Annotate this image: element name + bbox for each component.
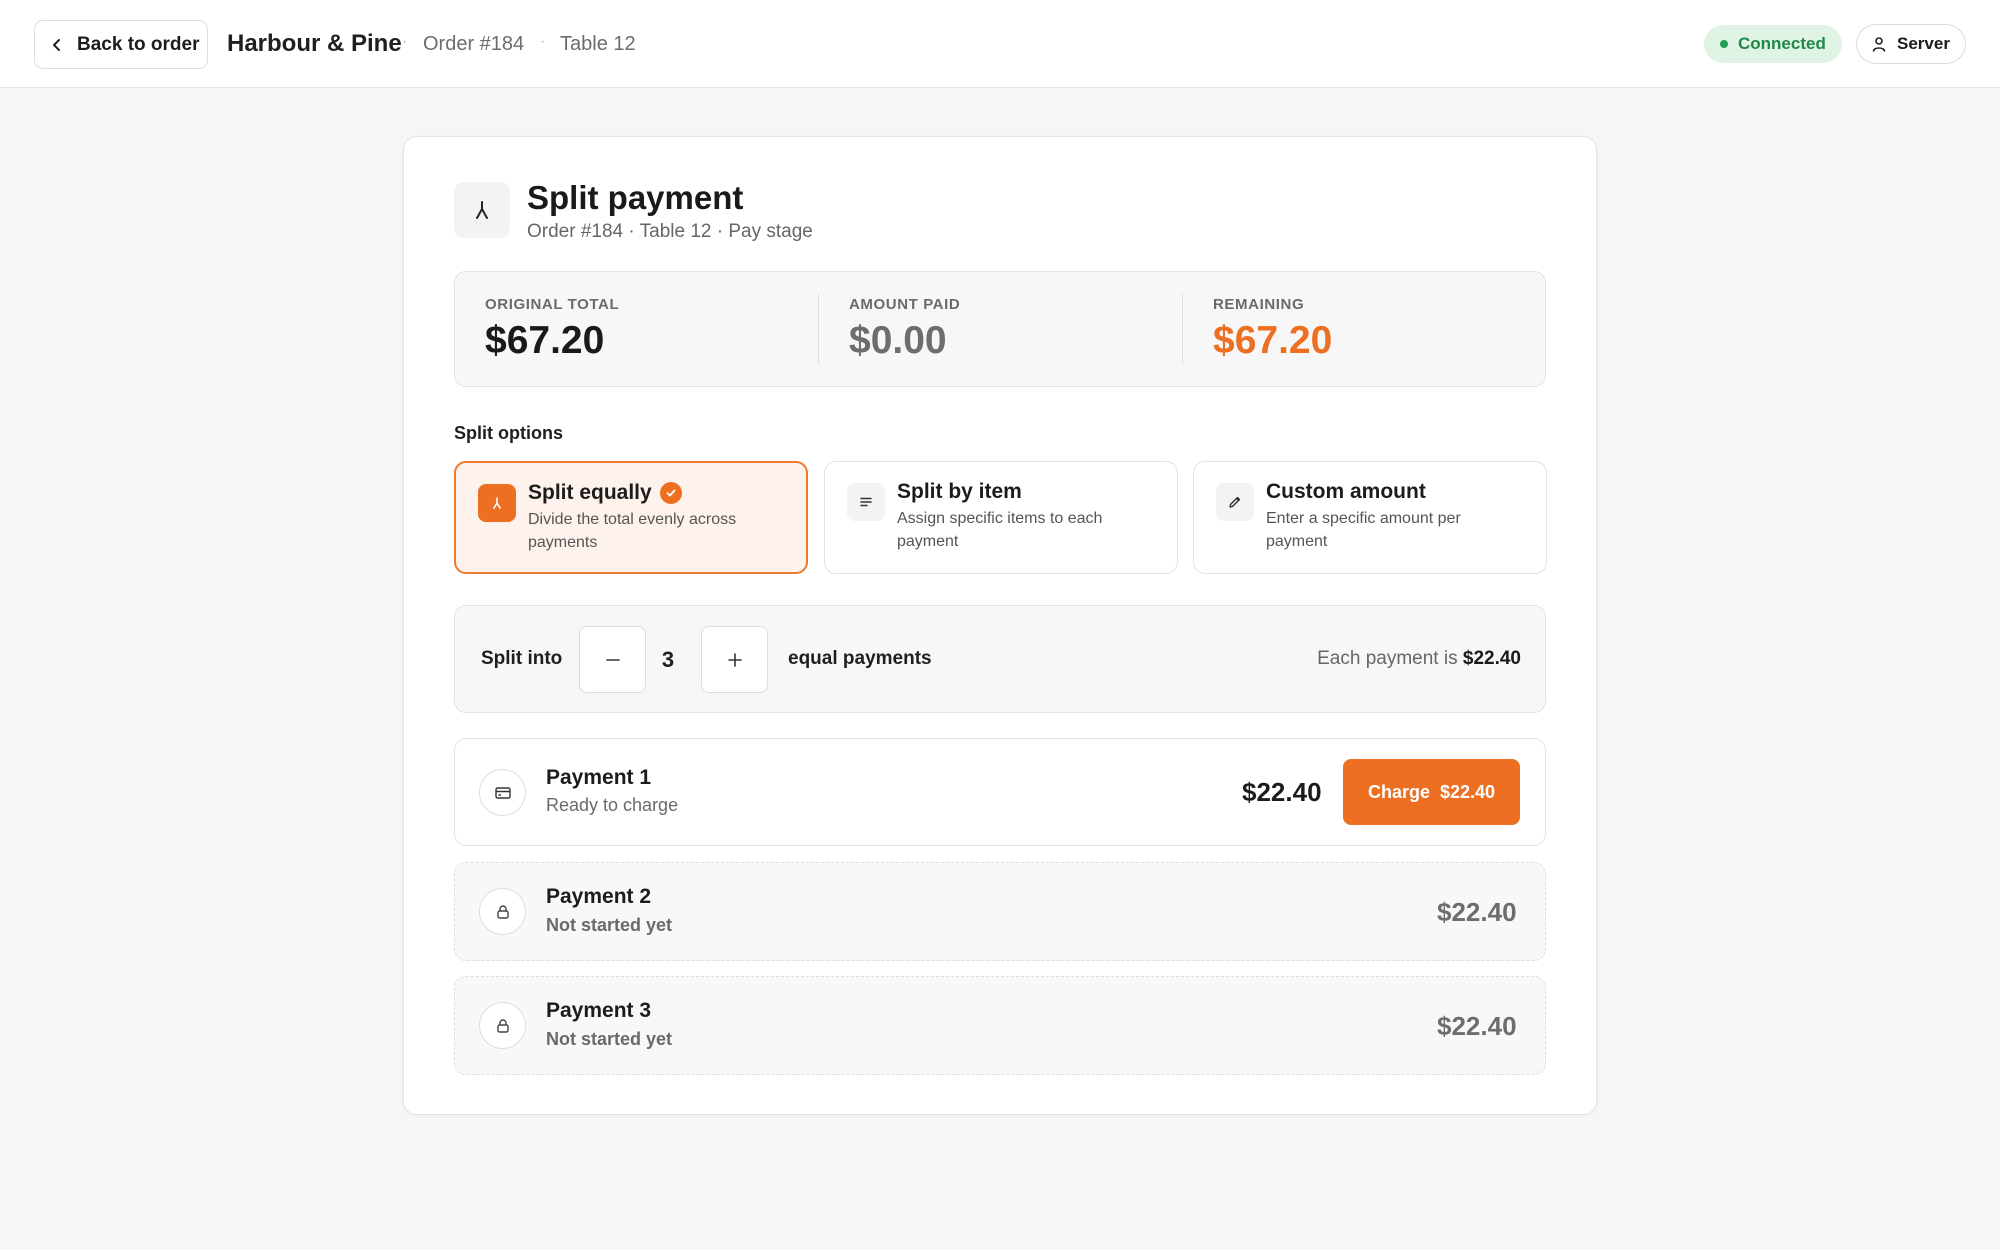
equal-payments-label: equal payments	[788, 648, 932, 669]
payment-title: Payment 2	[546, 885, 652, 908]
split-option-description: Assign specific items to each payment	[897, 510, 1103, 550]
user-menu-button[interactable]: Server	[1856, 24, 1966, 64]
payment-status: Not started yet	[546, 1029, 673, 1049]
plus-icon	[727, 652, 742, 667]
increase-split-button[interactable]	[701, 626, 768, 693]
split-icon	[478, 484, 516, 522]
split-into-label: Split into	[481, 648, 563, 669]
each-payment-prefix: Each payment is	[1317, 648, 1458, 669]
split-option-title: Split equally	[528, 481, 682, 505]
check-icon	[659, 482, 682, 504]
charge-payment-button[interactable]: Charge $22.40	[1343, 759, 1520, 825]
split-equally-title: Split equally	[528, 481, 652, 504]
split-option-by-item[interactable]: Split by item Assign specific items to e…	[824, 461, 1178, 574]
split-count-value: 3	[661, 647, 675, 672]
payment-amount: $22.40	[1437, 1011, 1517, 1041]
top-bar: Back to order Harbour & Pine · Order #18…	[0, 0, 2000, 88]
split-payment-card: Split payment Order #184 · Table 12 · Pa…	[403, 136, 1597, 1115]
breadcrumb-separator: ·	[540, 33, 546, 50]
page-subtitle: Order #184 · Table 12 · Pay stage	[527, 221, 813, 242]
back-to-order-label: Back to order	[77, 33, 200, 55]
breadcrumb-table: Table 12	[560, 33, 636, 55]
charge-amount: $22.40	[1439, 781, 1496, 802]
payment-title: Payment 1	[546, 766, 652, 789]
payment-row: Payment 2 Not started yet $22.40	[454, 862, 1546, 961]
restaurant-name: Harbour & Pine	[227, 30, 402, 57]
back-to-order-button[interactable]: Back to order	[34, 20, 208, 69]
minus-icon	[605, 658, 620, 661]
payment-amount: $22.40	[1242, 777, 1322, 807]
totals-summary: ORIGINAL TOTAL $67.20 AMOUNT PAID $0.00 …	[454, 271, 1546, 387]
payment-row: Payment 1 Ready to charge $22.40 Charge …	[454, 738, 1546, 846]
each-payment-summary: Each payment is $22.40	[1317, 648, 1521, 670]
connection-status-label: Connected	[1738, 34, 1826, 53]
remaining: REMAINING $67.20	[1183, 272, 1546, 388]
split-option-description: Divide the total evenly across payments	[528, 511, 737, 551]
split-option-title: Custom amount	[1266, 480, 1426, 504]
split-by-item-title: Split by item	[897, 480, 1022, 503]
payment-status: Ready to charge	[546, 795, 679, 815]
each-payment-amount: $22.40	[1462, 648, 1521, 669]
amount-paid: AMOUNT PAID $0.00	[819, 272, 1182, 388]
amount-paid-value: $0.00	[849, 319, 947, 362]
user-icon	[1872, 37, 1886, 52]
payment-status: Not started yet	[546, 915, 673, 935]
original-total-label: ORIGINAL TOTAL	[485, 296, 620, 313]
charge-label: Charge	[1367, 781, 1430, 802]
list-icon	[847, 483, 885, 521]
split-option-description: Enter a specific amount per payment	[1266, 510, 1461, 550]
breadcrumb-separator: ·	[402, 33, 408, 50]
custom-amount-title: Custom amount	[1266, 480, 1426, 503]
split-icon	[454, 182, 510, 238]
split-option-equally[interactable]: Split equally Divide the total evenly ac…	[454, 461, 808, 574]
payment-row: Payment 3 Not started yet $22.40	[454, 976, 1546, 1075]
original-total-value: $67.20	[485, 319, 605, 362]
user-role-label: Server	[1897, 34, 1950, 53]
split-options-label: Split options	[454, 423, 563, 443]
lock-icon	[479, 1002, 526, 1049]
split-count-row: Split into 3 equal payments Each payment…	[454, 605, 1546, 713]
card-icon	[479, 769, 526, 816]
decrease-split-button[interactable]	[579, 626, 646, 693]
original-total: ORIGINAL TOTAL $67.20	[455, 272, 818, 388]
lock-icon	[479, 888, 526, 935]
amount-paid-label: AMOUNT PAID	[849, 296, 961, 313]
connection-status-badge: Connected	[1704, 25, 1842, 63]
page-title: Split payment	[527, 179, 744, 216]
breadcrumb-order: Order #184	[423, 33, 525, 55]
split-option-title: Split by item	[897, 480, 1022, 504]
split-option-custom-amount[interactable]: Custom amount Enter a specific amount pe…	[1193, 461, 1547, 574]
remaining-label: REMAINING	[1213, 296, 1305, 313]
remaining-value: $67.20	[1213, 319, 1333, 362]
payment-title: Payment 3	[546, 999, 652, 1022]
payment-amount: $22.40	[1437, 897, 1517, 927]
pencil-icon	[1216, 483, 1254, 521]
chevron-left-icon	[53, 38, 60, 51]
status-dot-icon	[1720, 40, 1728, 48]
